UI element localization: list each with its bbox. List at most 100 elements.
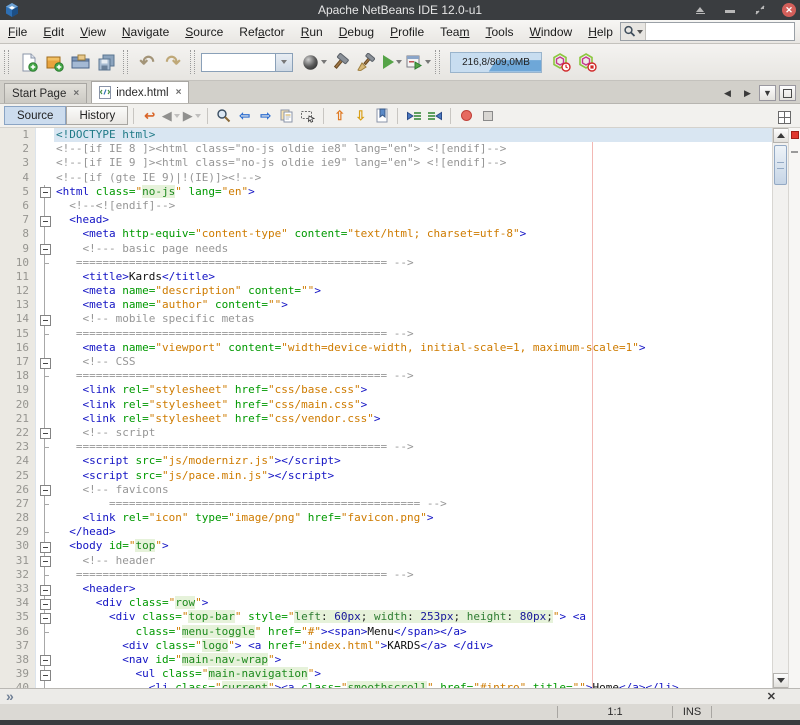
line-number[interactable]: 36 (0, 625, 36, 639)
code-line[interactable]: 39 <ul class="main-navigation"> (0, 667, 772, 681)
code-text[interactable]: <body id="top"> (54, 539, 772, 553)
line-number[interactable]: 1 (0, 128, 36, 142)
code-line[interactable]: 36 class="menu-toggle" href="#"><span>Me… (0, 625, 772, 639)
run-dropdown-icon[interactable] (396, 60, 402, 64)
tab-close-icon[interactable]: × (176, 87, 182, 98)
line-number[interactable]: 10 (0, 256, 36, 270)
close-button[interactable]: ✕ (782, 3, 796, 17)
history-view-button[interactable]: History (66, 106, 128, 125)
find-next-icon[interactable]: ⇨ (255, 106, 276, 126)
menu-navigate[interactable]: Navigate (114, 22, 177, 42)
code-text[interactable]: <!--<![endif]--> (54, 199, 772, 213)
previous-occurrence-icon[interactable]: ⇧ (329, 106, 350, 126)
debug-dropdown-icon[interactable] (425, 60, 431, 64)
code-text[interactable]: <meta name="viewport" content="width=dev… (54, 341, 772, 355)
scroll-tabs-right-icon[interactable]: ▶ (739, 85, 756, 101)
scrollbar-thumb[interactable] (774, 145, 787, 185)
code-text[interactable]: <!--[if IE 9 ]><html class="no-js oldie … (54, 156, 772, 170)
fold-toggle-icon[interactable] (36, 554, 54, 568)
code-text[interactable]: <!-- script (54, 426, 772, 440)
code-text[interactable]: <link rel="stylesheet" href="css/main.cs… (54, 398, 772, 412)
scroll-down-icon[interactable] (773, 673, 789, 688)
code-line[interactable]: 34 <div class="row"> (0, 596, 772, 610)
line-number[interactable]: 31 (0, 554, 36, 568)
vertical-scrollbar[interactable] (772, 128, 788, 688)
menu-help[interactable]: Help (580, 22, 621, 42)
back-icon[interactable]: ◀ (160, 106, 181, 126)
error-stripe-mark[interactable] (791, 151, 798, 153)
find-selection-icon[interactable] (213, 106, 234, 126)
code-text[interactable]: <head> (54, 213, 772, 227)
code-line[interactable]: 12 <meta name="description" content=""> (0, 284, 772, 298)
toggle-highlight-icon[interactable] (276, 106, 297, 126)
code-text[interactable]: <link rel="stylesheet" href="css/base.cs… (54, 383, 772, 397)
shift-line-right-icon[interactable] (424, 106, 445, 126)
toolbar-grip[interactable] (4, 50, 9, 74)
menu-run[interactable]: Run (293, 22, 331, 42)
code-line[interactable]: 13 <meta name="author" content=""> (0, 298, 772, 312)
rectangular-selection-icon[interactable] (297, 106, 318, 126)
line-number[interactable]: 40 (0, 681, 36, 688)
line-number[interactable]: 6 (0, 199, 36, 213)
menu-window[interactable]: Window (522, 22, 581, 42)
code-text[interactable]: <meta name="description" content=""> (54, 284, 772, 298)
code-editor[interactable]: 1<!DOCTYPE html>2<!--[if IE 8 ]><html cl… (0, 128, 800, 688)
code-line[interactable]: 32 =====================================… (0, 568, 772, 582)
fold-toggle-icon[interactable] (36, 610, 54, 624)
code-text[interactable]: class="menu-toggle" href="#"><span>Menu<… (54, 625, 772, 639)
line-number[interactable]: 13 (0, 298, 36, 312)
code-line[interactable]: 4<!--[if (gte IE 9)|!(IE)]><!--> (0, 171, 772, 185)
line-number[interactable]: 9 (0, 242, 36, 256)
code-line[interactable]: 10 =====================================… (0, 256, 772, 270)
shift-line-left-icon[interactable] (403, 106, 424, 126)
code-text[interactable]: ========================================… (54, 568, 772, 582)
menu-edit[interactable]: Edit (35, 22, 72, 42)
redo-button[interactable]: ↷ (160, 49, 186, 75)
line-number[interactable]: 16 (0, 341, 36, 355)
line-number[interactable]: 8 (0, 227, 36, 241)
line-number[interactable]: 14 (0, 312, 36, 326)
code-line[interactable]: 9 <!--- basic page needs (0, 242, 772, 256)
fold-toggle-icon[interactable] (36, 667, 54, 681)
line-number[interactable]: 20 (0, 398, 36, 412)
code-line[interactable]: 27 =====================================… (0, 497, 772, 511)
deploy-button[interactable] (301, 49, 327, 75)
tab-index-html[interactable]: index.html × (91, 81, 189, 103)
fold-toggle-icon[interactable] (36, 185, 54, 199)
profile-stop-button[interactable] (574, 49, 600, 75)
code-line[interactable]: 23 =====================================… (0, 440, 772, 454)
code-line[interactable]: 18 =====================================… (0, 369, 772, 383)
fold-toggle-icon[interactable] (36, 213, 54, 227)
line-number[interactable]: 28 (0, 511, 36, 525)
code-text[interactable]: <!--[if (gte IE 9)|!(IE)]><!--> (54, 171, 772, 185)
menu-file[interactable]: File (0, 22, 35, 42)
line-number[interactable]: 34 (0, 596, 36, 610)
code-line[interactable]: 7 <head> (0, 213, 772, 227)
shade-button[interactable] (692, 3, 708, 17)
toggle-bookmark-icon[interactable] (371, 106, 392, 126)
code-line[interactable]: 21 <link rel="stylesheet" href="css/vend… (0, 412, 772, 426)
code-text[interactable]: <link rel="stylesheet" href="css/vendor.… (54, 412, 772, 426)
fold-toggle-icon[interactable] (36, 653, 54, 667)
code-line[interactable]: 37 <div class="logo"> <a href="index.htm… (0, 639, 772, 653)
restore-button[interactable] (752, 3, 768, 17)
code-text[interactable]: <div class="row"> (54, 596, 772, 610)
menu-refactor[interactable]: Refactor (231, 22, 292, 42)
code-line[interactable]: 1<!DOCTYPE html> (0, 128, 772, 142)
code-text[interactable]: <!-- header (54, 554, 772, 568)
next-occurrence-icon[interactable]: ⇩ (350, 106, 371, 126)
code-text[interactable]: <script src="js/modernizr.js"></script> (54, 454, 772, 468)
new-file-button[interactable] (15, 49, 41, 75)
save-all-button[interactable] (93, 49, 119, 75)
fold-toggle-icon[interactable] (36, 242, 54, 256)
error-status-square[interactable] (791, 131, 799, 139)
code-text[interactable]: ========================================… (54, 440, 772, 454)
line-number[interactable]: 7 (0, 213, 36, 227)
code-line[interactable]: 35 <div class="top-bar" style="left: 60p… (0, 610, 772, 624)
code-line[interactable]: 29 </head> (0, 525, 772, 539)
code-text[interactable]: <!-- favicons (54, 483, 772, 497)
code-text[interactable]: <script src="js/pace.min.js"></script> (54, 469, 772, 483)
deploy-dropdown-icon[interactable] (321, 60, 327, 64)
code-line[interactable]: 5<html class="no-js" lang="en"> (0, 185, 772, 199)
code-line[interactable]: 25 <script src="js/pace.min.js"></script… (0, 469, 772, 483)
